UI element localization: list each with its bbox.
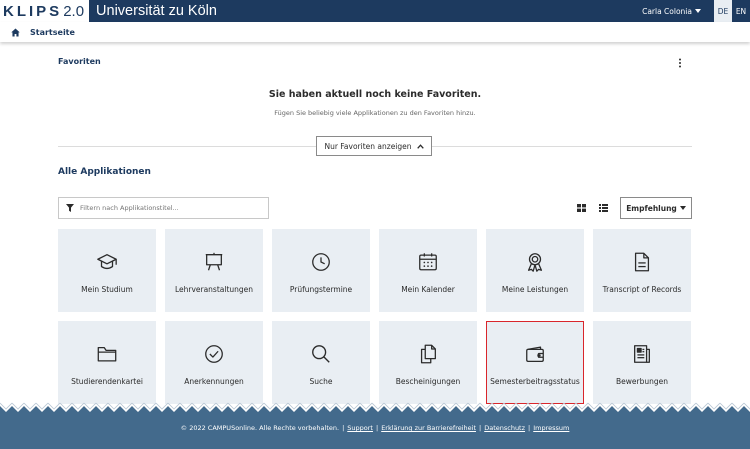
top-header: KLIPS 2.0 Universität zu Köln Carla Colo… — [0, 0, 750, 22]
favorites-empty-title: Sie haben aktuell noch keine Favoriten. — [268, 89, 482, 100]
favorites-toggle-label: Nur Favoriten anzeigen — [324, 141, 412, 151]
tile-label: Transcript of Records — [602, 285, 682, 294]
logo-text: KLIPS — [3, 2, 63, 20]
footer-link-privacy[interactable]: Datenschutz — [484, 424, 525, 432]
tile-semesterbeitragsstatus[interactable]: Semesterbeitragsstatus — [486, 321, 584, 404]
chevron-up-icon — [416, 143, 424, 149]
footer-text: © 2022 CAMPUSonline. Alle Rechte vorbeha… — [180, 424, 570, 432]
search-icon — [312, 345, 330, 363]
tile-label: Lehrveranstaltungen — [174, 285, 254, 294]
tile-transcript-of-records[interactable]: Transcript of Records — [593, 229, 691, 312]
folder-icon — [97, 346, 117, 362]
tile-meine-leistungen[interactable]: Meine Leistungen — [486, 229, 584, 312]
list-view-icon[interactable] — [599, 204, 608, 212]
university-title: Universität zu Köln — [96, 3, 217, 19]
calendar-icon — [419, 253, 437, 271]
home-icon[interactable] — [11, 28, 20, 37]
all-apps-title: Alle Applikationen — [58, 167, 151, 177]
filter-icon — [66, 204, 74, 212]
tile-pruefungstermine[interactable]: Prüfungstermine — [272, 229, 370, 312]
favorites-title: Favoriten — [58, 57, 101, 66]
newspaper-icon — [634, 345, 650, 363]
tile-studierendenkartei[interactable]: Studierendenkartei — [58, 321, 156, 404]
tile-mein-studium[interactable]: Mein Studium — [58, 229, 156, 312]
tile-label: Prüfungstermine — [289, 285, 353, 294]
easel-icon — [205, 252, 223, 271]
tile-label: Meine Leistungen — [501, 285, 569, 294]
tile-bescheinigungen[interactable]: Bescheinigungen — [379, 321, 477, 404]
clock-icon — [312, 253, 330, 271]
tile-bewerbungen[interactable]: Bewerbungen — [593, 321, 691, 404]
tile-label: Bescheinigungen — [395, 377, 461, 386]
document-icon — [634, 252, 650, 272]
tile-label: Suche — [309, 377, 333, 386]
footer-copyright: © 2022 CAMPUSonline. Alle Rechte vorbeha… — [180, 424, 340, 432]
footer-link-accessibility[interactable]: Erklärung zur Barrierefreiheit — [381, 424, 476, 432]
tile-mein-kalender[interactable]: Mein Kalender — [379, 229, 477, 312]
favorites-toggle-button[interactable]: Nur Favoriten anzeigen — [316, 136, 432, 156]
user-name: Carla Colonia — [642, 6, 692, 16]
award-icon — [527, 253, 543, 272]
breadcrumb-home[interactable]: Startseite — [30, 28, 75, 37]
tile-label: Bewerbungen — [616, 377, 668, 386]
tile-label: Mein Studium — [81, 285, 133, 294]
tile-lehrveranstaltungen[interactable]: Lehrveranstaltungen — [165, 229, 263, 312]
copy-documents-icon — [420, 344, 436, 364]
sort-dropdown[interactable]: Empfehlung — [620, 197, 692, 219]
footer-link-imprint[interactable]: Impressum — [533, 424, 569, 432]
grid-view-icon[interactable] — [577, 204, 586, 212]
header-right: Carla Colonia DE EN — [642, 0, 750, 22]
klips-logo[interactable]: KLIPS 2.0 — [0, 0, 90, 22]
tile-label: Anerkennungen — [184, 377, 244, 386]
caret-down-icon — [679, 206, 686, 210]
filter-input[interactable] — [80, 204, 260, 212]
sort-label: Empfehlung — [626, 203, 677, 213]
tile-label: Studierendenkartei — [71, 377, 143, 386]
tile-label: Mein Kalender — [401, 285, 455, 294]
breadcrumb: Startseite — [0, 22, 750, 42]
caret-down-icon — [695, 9, 701, 13]
footer: © 2022 CAMPUSonline. Alle Rechte vorbeha… — [0, 412, 750, 449]
tile-suche[interactable]: Suche — [272, 321, 370, 404]
user-menu[interactable]: Carla Colonia — [642, 7, 701, 16]
favorites-empty-hint: Fügen Sie beliebig viele Applikationen z… — [274, 109, 476, 117]
tile-label: Semesterbeitragsstatus — [490, 377, 580, 386]
tile-anerkennungen[interactable]: Anerkennungen — [165, 321, 263, 404]
filter-field[interactable] — [58, 197, 269, 219]
kebab-menu-icon[interactable] — [676, 58, 684, 68]
wallet-icon — [526, 346, 544, 362]
graduation-cap-icon — [97, 254, 117, 270]
footer-link-support[interactable]: Support — [347, 424, 373, 432]
lang-de[interactable]: DE — [714, 0, 732, 22]
check-circle-icon — [205, 345, 223, 363]
lang-en[interactable]: EN — [732, 0, 750, 22]
logo-version: 2.0 — [63, 2, 85, 20]
